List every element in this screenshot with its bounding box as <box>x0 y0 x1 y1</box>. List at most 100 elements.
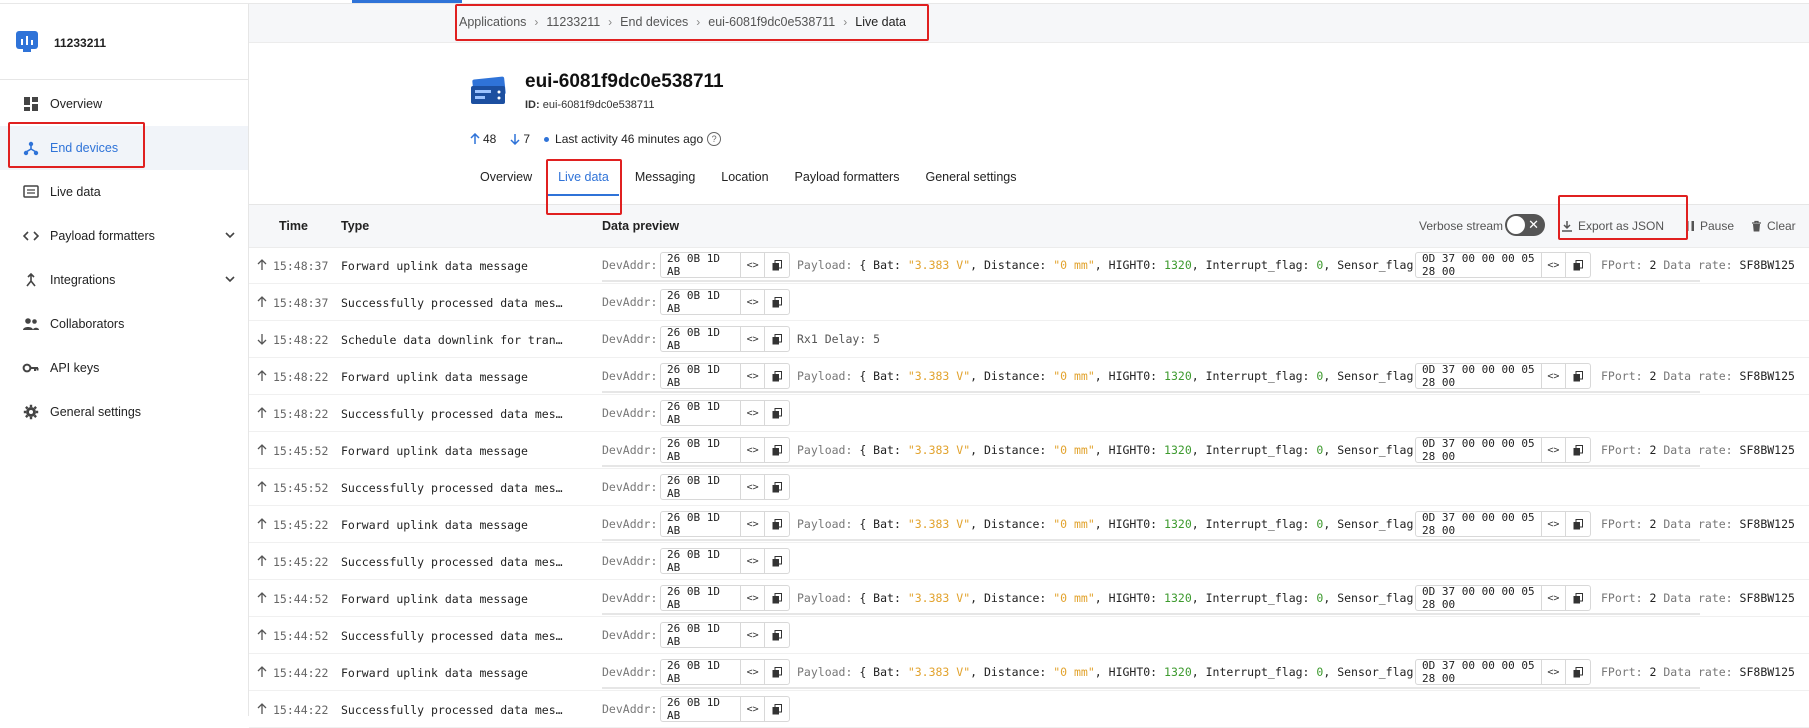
copy-icon[interactable] <box>764 549 789 573</box>
code-toggle-icon[interactable]: <> <box>1540 253 1566 277</box>
code-toggle-icon[interactable]: <> <box>1540 660 1566 684</box>
key-icon <box>22 359 40 377</box>
table-row[interactable]: 15:44:52 Successfully processed data mess… <box>249 617 1809 654</box>
copy-icon[interactable] <box>1565 253 1590 277</box>
table-row[interactable]: 15:48:37 Successfully processed data mess… <box>249 284 1809 321</box>
breadcrumb-end-devices[interactable]: End devices <box>620 15 688 29</box>
copy-icon[interactable] <box>764 327 789 351</box>
verbose-stream-toggle[interactable]: ✕ <box>1505 214 1545 236</box>
code-toggle-icon[interactable]: <> <box>739 475 765 499</box>
breadcrumb-bar: Applications › 11233211 › End devices › … <box>249 4 1809 43</box>
copy-icon[interactable] <box>764 512 789 536</box>
chevron-down-icon[interactable] <box>222 227 238 243</box>
table-row[interactable]: 15:48:22 Successfully processed data mess… <box>249 395 1809 432</box>
table-row[interactable]: 15:45:22 Forward uplink data message DevAd… <box>249 506 1809 543</box>
help-icon[interactable]: ? <box>707 132 722 146</box>
code-toggle-icon[interactable]: <> <box>1540 586 1566 610</box>
hight0-value: 1320 <box>1164 258 1192 272</box>
row-underline <box>602 465 1700 467</box>
code-toggle-icon[interactable]: <> <box>1540 364 1566 388</box>
sidebar-item-integrations[interactable]: Integrations <box>0 258 248 302</box>
sidebar-item-general-settings[interactable]: General settings <box>0 390 248 434</box>
copy-icon[interactable] <box>764 697 789 721</box>
code-toggle-icon[interactable]: <> <box>1540 512 1566 536</box>
hight0-value: 1320 <box>1164 369 1192 383</box>
table-row[interactable]: 15:44:22 Successfully processed data mess… <box>249 691 1809 728</box>
sidebar-item-end-devices[interactable]: End devices <box>0 126 248 170</box>
code-toggle-icon[interactable]: <> <box>739 512 765 536</box>
devaddr-value: 26 0B 1D AB <box>667 252 720 278</box>
code-toggle-icon[interactable]: <> <box>739 364 765 388</box>
breadcrumb-applications[interactable]: Applications <box>459 15 526 29</box>
breadcrumb: Applications › 11233211 › End devices › … <box>459 15 906 29</box>
interrupt-flag-value: 0 <box>1316 665 1324 679</box>
code-toggle-icon[interactable]: <> <box>739 401 765 425</box>
code-toggle-icon[interactable]: <> <box>739 697 765 721</box>
code-toggle-icon[interactable]: <> <box>739 586 765 610</box>
copy-icon[interactable] <box>764 401 789 425</box>
datarate-value: SF8BW125 <box>1739 369 1795 383</box>
copy-icon[interactable] <box>1565 512 1590 536</box>
code-toggle-icon[interactable]: <> <box>1540 438 1566 462</box>
copy-icon[interactable] <box>764 253 789 277</box>
table-row[interactable]: 15:48:22 Forward uplink data message DevAd… <box>249 358 1809 395</box>
devaddr-value: 26 0B 1D AB <box>667 585 720 611</box>
copy-icon[interactable] <box>764 660 789 684</box>
devaddr-field: 26 0B 1D AB <> <box>660 252 790 278</box>
copy-icon[interactable] <box>1565 438 1590 462</box>
sidebar-item-live-data[interactable]: Live data <box>0 170 248 214</box>
tab-location[interactable]: Location <box>721 170 768 196</box>
copy-icon[interactable] <box>1565 660 1590 684</box>
copy-icon[interactable] <box>764 438 789 462</box>
copy-icon[interactable] <box>1565 586 1590 610</box>
table-row[interactable]: 15:48:37 Forward uplink data message DevAd… <box>249 247 1809 284</box>
code-toggle-icon[interactable]: <> <box>739 623 765 647</box>
copy-icon[interactable] <box>764 364 789 388</box>
row-underline <box>602 539 1700 541</box>
tab-payload-formatters[interactable]: Payload formatters <box>795 170 900 196</box>
copy-icon[interactable] <box>764 290 789 314</box>
code-toggle-icon[interactable]: <> <box>739 549 765 573</box>
code-toggle-icon[interactable]: <> <box>739 253 765 277</box>
sidebar-item-collaborators[interactable]: Collaborators <box>0 302 248 346</box>
code-toggle-icon[interactable]: <> <box>739 660 765 684</box>
code-toggle-icon[interactable]: <> <box>739 290 765 314</box>
export-json-button[interactable]: Export as JSON <box>1561 219 1664 233</box>
copy-icon[interactable] <box>1565 364 1590 388</box>
table-row[interactable]: 15:44:22 Forward uplink data message DevAd… <box>249 654 1809 691</box>
export-json-label: Export as JSON <box>1578 219 1665 233</box>
code-toggle-icon[interactable]: <> <box>739 438 765 462</box>
tab-live-data[interactable]: Live data <box>548 170 619 196</box>
sidebar-item-api-keys[interactable]: API keys <box>0 346 248 390</box>
sidebar-item-overview[interactable]: Overview <box>0 82 248 126</box>
pause-button[interactable]: Pause <box>1685 219 1734 233</box>
table-row[interactable]: 15:45:52 Successfully processed data mess… <box>249 469 1809 506</box>
sidebar-item-payload-formatters[interactable]: Payload formatters <box>0 214 248 258</box>
clear-button[interactable]: Clear <box>1751 219 1796 233</box>
tab-general-settings[interactable]: General settings <box>925 170 1016 196</box>
hight0-key: HIGHT0: <box>1108 443 1158 457</box>
copy-icon[interactable] <box>764 623 789 647</box>
table-row[interactable]: 15:45:22 Successfully processed data mess… <box>249 543 1809 580</box>
devaddr-field: 26 0B 1D AB <> <box>660 511 790 537</box>
sensor-flag-key: Sensor_flag: <box>1337 443 1421 457</box>
payload-hex-field: 0D 37 00 00 00 05 28 00 <> <box>1415 252 1591 278</box>
table-row[interactable]: 15:44:52 Forward uplink data message DevAd… <box>249 580 1809 617</box>
tab-messaging[interactable]: Messaging <box>635 170 695 196</box>
bat-key: Bat: <box>873 517 901 531</box>
gear-icon <box>22 403 40 421</box>
breadcrumb-device[interactable]: eui-6081f9dc0e538711 <box>708 15 835 29</box>
app-header[interactable]: 11233211 <box>0 4 248 80</box>
table-row[interactable]: 15:45:52 Forward uplink data message DevAd… <box>249 432 1809 469</box>
table-row[interactable]: 15:48:22 Schedule data downlink for trans… <box>249 321 1809 358</box>
devaddr-field: 26 0B 1D AB <> <box>660 585 790 611</box>
breadcrumb-application[interactable]: 11233211 <box>546 15 600 29</box>
device-id: ID: eui-6081f9dc0e538711 <box>525 99 654 111</box>
datarate-label: Data rate: <box>1663 258 1733 272</box>
tab-overview[interactable]: Overview <box>480 170 532 196</box>
copy-icon[interactable] <box>764 475 789 499</box>
chevron-down-icon[interactable] <box>222 271 238 287</box>
sidebar-item-label: General settings <box>50 405 142 419</box>
copy-icon[interactable] <box>764 586 789 610</box>
code-toggle-icon[interactable]: <> <box>739 327 765 351</box>
